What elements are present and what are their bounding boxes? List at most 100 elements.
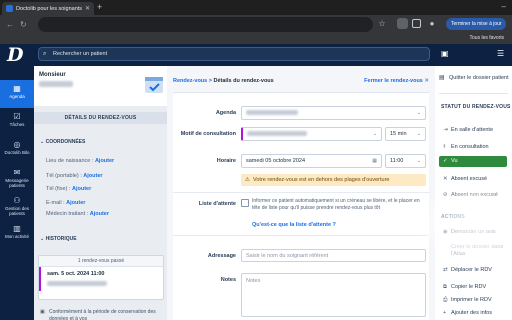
divider <box>173 192 429 193</box>
time-select[interactable]: 11:00 ⌄ <box>385 154 426 168</box>
all-bookmarks-link[interactable]: Tous les favoris <box>470 35 504 41</box>
status-in-consultation[interactable]: ⚕ En consultation <box>441 142 507 153</box>
nav-item-patients[interactable]: ⚇ Gestion des patients <box>0 192 34 220</box>
tab-close-icon[interactable]: ✕ <box>85 5 90 12</box>
conformity-notice: ▣ Conformément à la période de conservat… <box>40 309 156 320</box>
nav-item-agenda[interactable]: ▦ Agenda <box>0 80 34 108</box>
move-appointment-button[interactable]: ⇄ Déplacer le RDV <box>441 265 507 276</box>
close-appointment-link[interactable]: Fermer le rendez-vous ✕ <box>364 78 429 84</box>
patient-name-redacted <box>39 81 73 87</box>
waiting-room-icon: ⇥ <box>443 127 448 133</box>
profile-icon[interactable]: ● <box>427 19 437 29</box>
appointment-color-bar <box>39 267 41 291</box>
add-phone-link[interactable]: Ajouter <box>72 186 91 192</box>
agenda-select[interactable]: ⌄ <box>241 106 426 120</box>
bookmark-star-icon[interactable]: ☆ <box>377 19 387 29</box>
agenda-label: Agenda <box>215 110 236 116</box>
window-minimize-icon[interactable]: – <box>502 2 506 11</box>
patient-search-input[interactable]: ⌕ Rechercher un patient <box>38 47 430 61</box>
chevron-down-icon: ⌄ <box>416 158 421 164</box>
calendar-icon: ▦ <box>372 158 377 164</box>
video-call-icon[interactable]: ▣ <box>441 49 451 59</box>
reload-icon[interactable]: ↻ <box>20 20 27 29</box>
details-section-header[interactable]: DÉTAILS DU RENDEZ-VOUS <box>34 112 167 124</box>
history-count: 1 rendez-vous passé <box>39 256 163 267</box>
waitlist-description: Informer ce patient automatiquement si u… <box>252 198 420 211</box>
folder-exit-icon: ▤ <box>439 75 445 81</box>
nav-item-activite[interactable]: ▥ Mon activité <box>0 220 34 248</box>
breadcrumb-current: Détails du rendez-vous <box>213 78 274 84</box>
create-atlas-file-button[interactable]: Créer le dossier dans l'Atlas <box>441 244 507 258</box>
appointment-form: Rendez-vous > Détails du rendez-vous Fer… <box>167 66 435 320</box>
notes-textarea[interactable]: Notes <box>241 273 426 317</box>
close-icon: ✕ <box>424 78 429 84</box>
copy-appointment-button[interactable]: ⧉ Copier le RDV <box>441 282 507 293</box>
ask-opinion-button[interactable]: ◉ Demander un avis <box>441 227 507 238</box>
back-icon[interactable]: ← <box>6 20 14 29</box>
nav-item-bilo[interactable]: ◎ Doctolib Bilo <box>0 136 34 164</box>
nav-item-taches[interactable]: ☑ Tâches <box>0 108 34 136</box>
motif-select[interactable]: ⌄ <box>241 127 382 141</box>
search-icon: ⌕ <box>43 51 47 57</box>
status-seen-button[interactable]: ✓ Vu <box>439 156 507 167</box>
move-icon: ⇄ <box>443 267 448 273</box>
adressage-input[interactable]: Saisir le nom du soignant référent <box>241 249 426 262</box>
motif-value-redacted <box>247 131 307 137</box>
doctolib-logo[interactable]: D <box>7 44 27 66</box>
quit-patient-file-button[interactable]: ▤ Quitter le dossier patient <box>439 75 509 82</box>
history-card[interactable]: 1 rendez-vous passé sam. 5 oct. 2024 11:… <box>38 255 164 300</box>
waitlist-checkbox[interactable] <box>241 199 249 207</box>
bilo-icon: ◎ <box>13 140 21 149</box>
consultation-icon: ⚕ <box>443 144 446 150</box>
form-card: Agenda ⌄ Motif de consultation ⌄ 15 min … <box>173 92 429 320</box>
app-header: ⌕ Rechercher un patient ▣ ☰ <box>0 44 512 66</box>
motif-label: Motif de consultation <box>180 131 236 137</box>
absent-excused-icon: ✕ <box>443 176 448 182</box>
waitlist-help-link[interactable]: Qu'est-ce que la liste d'attente ? <box>252 222 336 228</box>
patients-icon: ⚇ <box>13 196 21 205</box>
warning-icon: ⚠ <box>245 177 250 183</box>
tasks-icon: ☑ <box>13 112 21 121</box>
copy-icon: ⧉ <box>443 284 447 290</box>
adressage-label: Adressage <box>207 253 236 259</box>
patient-panel: Monsieur DÉTAILS DU RENDEZ-VOUS ⌄ COORDO… <box>34 66 167 320</box>
history-date: sam. 5 oct. 2024 11:00 <box>47 271 105 277</box>
history-header[interactable]: ⌄ HISTORIQUE <box>40 236 77 242</box>
email-row: E-mail : Ajouter <box>46 200 86 206</box>
menu-icon[interactable]: ☰ <box>497 49 507 59</box>
nav-item-messagerie[interactable]: ✉ Messagerie patients <box>0 164 34 192</box>
divider <box>439 93 508 94</box>
check-icon: ✓ <box>443 158 448 164</box>
print-appointment-button[interactable]: ⎙ Imprimer le RDV <box>441 295 507 306</box>
add-email-link[interactable]: Ajouter <box>66 200 85 206</box>
browser-tab[interactable]: Doctolib pour les soignants et ✕ <box>2 2 94 15</box>
extension-icon[interactable] <box>397 18 408 29</box>
address-bar[interactable] <box>38 17 373 32</box>
print-icon: ⎙ <box>443 297 448 303</box>
right-actions-panel: ▤ Quitter le dossier patient STATUT DU R… <box>435 66 512 320</box>
add-mobile-link[interactable]: Ajouter <box>83 173 102 179</box>
mobile-row: Tél (portable) : Ajouter <box>46 173 103 179</box>
chevron-down-icon: ⌄ <box>416 131 421 137</box>
add-info-button[interactable]: + Ajouter des infos <box>441 308 507 319</box>
finish-update-button[interactable]: Terminer la mise à jour <box>446 18 506 30</box>
coords-header[interactable]: ⌄ COORDONNÉES <box>40 139 85 145</box>
agenda-value-redacted <box>246 110 298 116</box>
status-absent-excused[interactable]: ✕ Absent excusé <box>441 174 507 185</box>
sidepanel-icon[interactable] <box>412 19 421 28</box>
add-doctor-link[interactable]: Ajouter <box>90 211 109 217</box>
chart-icon: ▥ <box>13 224 21 233</box>
breadcrumb: Rendez-vous > Détails du rendez-vous <box>173 78 274 84</box>
status-waiting-room[interactable]: ⇥ En salle d'attente <box>441 125 507 136</box>
notes-label: Notes <box>220 277 236 283</box>
browser-toolbar: ← ↻ ☆ ● Terminer la mise à jour <box>0 15 512 34</box>
add-birthplace-link[interactable]: Ajouter <box>95 158 114 164</box>
breadcrumb-rendez-vous[interactable]: Rendez-vous <box>173 78 207 84</box>
horaire-label: Horaire <box>216 158 236 164</box>
new-tab-icon[interactable]: + <box>97 3 102 12</box>
liste-label: Liste d'attente <box>198 201 236 207</box>
phone-row: Tél (fixe) : Ajouter <box>46 186 92 192</box>
date-picker[interactable]: samedi 05 octobre 2024 ▦ <box>241 154 382 168</box>
duration-select[interactable]: 15 min ⌄ <box>385 127 426 141</box>
status-absent-unexcused[interactable]: ⊘ Absent non excusé <box>441 190 507 201</box>
